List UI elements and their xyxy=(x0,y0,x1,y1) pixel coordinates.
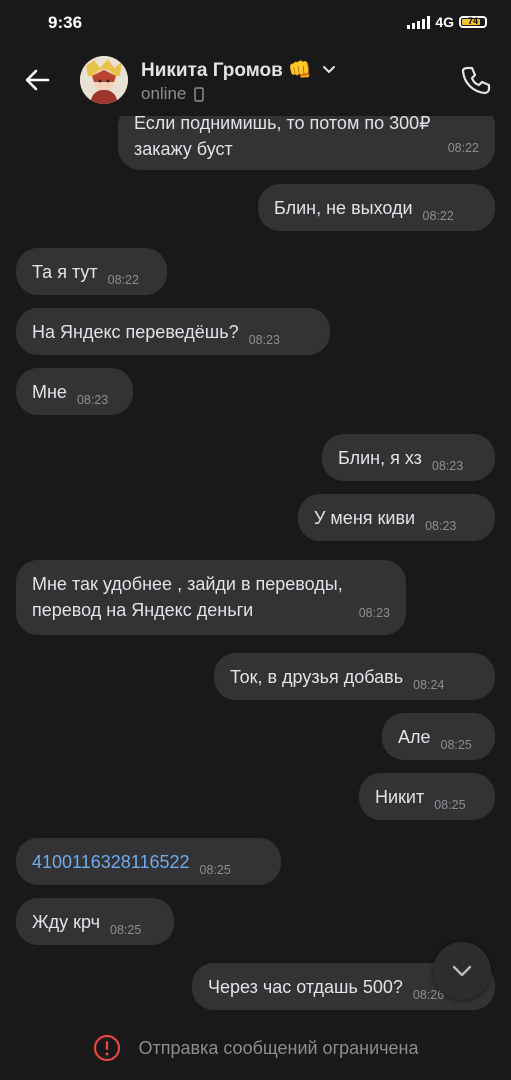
battery-level: 74 xyxy=(467,16,478,26)
message-text: Никит xyxy=(375,787,425,807)
contact-name-text: Никита Громов xyxy=(141,60,283,81)
scroll-to-bottom-button[interactable] xyxy=(433,942,491,1000)
message-bubble-outgoing[interactable]: У меня киви 08:23 xyxy=(298,494,495,541)
message-text: Мне так удобнее , зайди в переводы, пере… xyxy=(32,574,343,620)
message-time: 08:23 xyxy=(358,606,390,620)
message-bubble-outgoing[interactable]: Блин, я хз 08:23 xyxy=(322,434,495,481)
message-time: 08:22 xyxy=(447,141,479,155)
status-bar: 9:36 4G 74 xyxy=(0,0,511,44)
message-text: Через час отдашь 500? xyxy=(208,977,403,997)
message-bubble-outgoing[interactable]: Але 08:25 xyxy=(382,713,495,760)
message-bubble-incoming[interactable]: На Яндекс переведёшь? 08:23 xyxy=(16,308,330,355)
message-bubble-incoming[interactable]: Мне 08:23 xyxy=(16,368,133,415)
signal-icon xyxy=(407,15,431,29)
account-number-link[interactable]: 4100116328116522 xyxy=(32,852,190,872)
status-indicators: 4G 74 xyxy=(407,14,487,30)
online-status: online xyxy=(141,84,187,103)
message-bubble-incoming[interactable]: Мне так удобнее , зайди в переводы, пере… xyxy=(16,560,406,635)
message-time: 08:23 xyxy=(431,459,464,473)
network-type: 4G xyxy=(435,14,454,30)
mobile-device-icon xyxy=(194,86,205,102)
message-bubble-outgoing[interactable]: Ток, в друзья добавь 08:24 xyxy=(214,653,495,700)
message-list[interactable]: Если поднимишь, то потом по 300₽ закажу … xyxy=(0,116,511,1016)
message-text: Если поднимишь, то потом по 300₽ закажу … xyxy=(134,116,431,159)
restriction-text: Отправка сообщений ограничена xyxy=(138,1037,419,1058)
messaging-restricted-banner: Отправка сообщений ограничена xyxy=(0,1016,511,1080)
message-bubble-outgoing[interactable]: Блин, не выходи 08:22 xyxy=(258,184,495,231)
message-time: 08:23 xyxy=(248,333,280,347)
message-text: У меня киви xyxy=(314,508,416,528)
message-bubble-outgoing[interactable]: Если поднимишь, то потом по 300₽ закажу … xyxy=(118,116,495,170)
message-time: 08:24 xyxy=(413,678,445,692)
message-text: Блин, не выходи xyxy=(274,198,413,218)
status-time: 9:36 xyxy=(48,13,83,32)
message-bubble-incoming[interactable]: Та я тут 08:22 xyxy=(16,248,167,295)
message-text: Ток, в друзья добавь xyxy=(230,667,404,687)
chevron-down-icon xyxy=(452,965,472,977)
message-text: Та я тут xyxy=(32,262,98,282)
chat-header: Никита Громов 👊 online xyxy=(0,44,511,116)
message-text: Мне xyxy=(32,382,67,402)
message-time: 08:22 xyxy=(422,209,454,223)
call-button[interactable] xyxy=(458,62,494,98)
battery-icon: 74 xyxy=(459,16,487,28)
back-button[interactable] xyxy=(18,60,58,100)
message-text: Але xyxy=(398,727,431,747)
contact-status: online xyxy=(141,84,205,104)
arrow-left-icon xyxy=(25,69,50,91)
message-time: 08:25 xyxy=(199,863,231,877)
message-time: 08:22 xyxy=(107,273,139,287)
message-time: 08:25 xyxy=(110,923,142,937)
contact-name[interactable]: Никита Громов 👊 xyxy=(141,58,337,82)
message-bubble-outgoing[interactable]: Никит 08:25 xyxy=(359,773,495,820)
message-text: Блин, я хз xyxy=(338,448,422,468)
avatar[interactable] xyxy=(80,56,128,104)
message-time: 08:23 xyxy=(76,393,109,407)
message-bubble-incoming[interactable]: Жду крч 08:25 xyxy=(16,898,174,945)
message-time: 08:23 xyxy=(425,519,457,533)
alert-circle-icon xyxy=(93,1034,120,1062)
chevron-down-icon[interactable] xyxy=(321,64,337,76)
message-time: 08:25 xyxy=(440,738,472,752)
phone-icon xyxy=(461,66,491,95)
message-time: 08:25 xyxy=(434,798,466,812)
fist-emoji: 👊 xyxy=(288,60,312,81)
message-text: Жду крч xyxy=(32,912,100,932)
message-bubble-incoming[interactable]: 4100116328116522 08:25 xyxy=(16,838,281,885)
message-text: На Яндекс переведёшь? xyxy=(32,322,239,342)
